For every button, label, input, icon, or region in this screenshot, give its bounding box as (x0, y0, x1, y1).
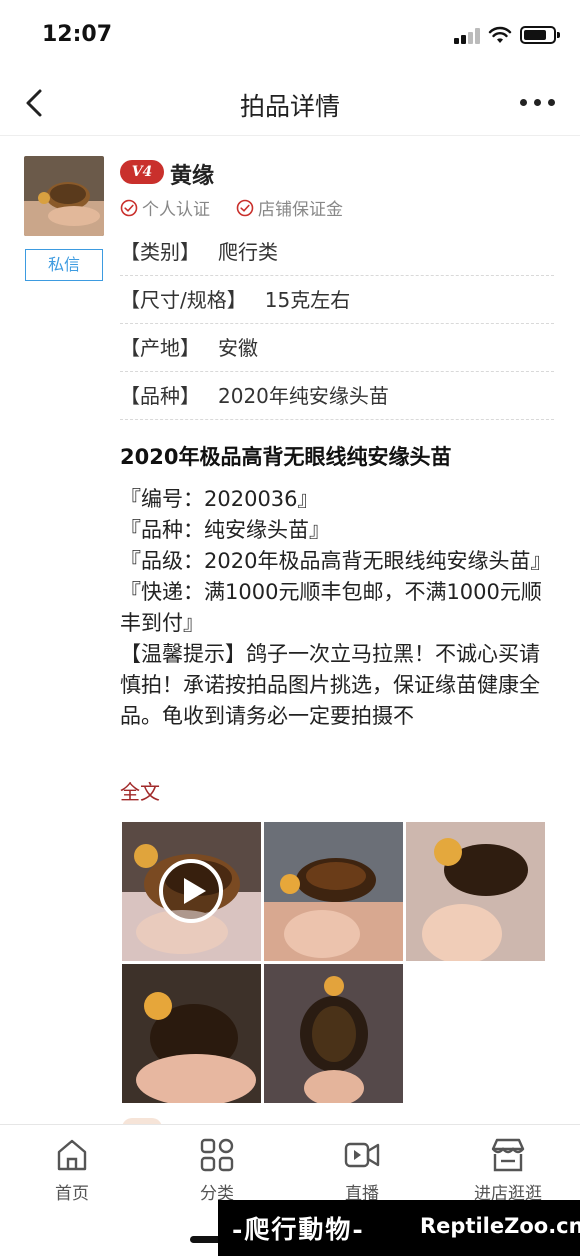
desc-line: 『品种：纯安缘头苗』 (120, 518, 330, 542)
tab-visit-store[interactable]: 进店逛逛 (458, 1137, 558, 1204)
status-time: 12:07 (42, 22, 113, 47)
personal-verified-badge: 个人认证 (120, 195, 210, 220)
desc-line: 『快递：满1000元顺丰包邮，不满1000元顺丰到付』 (120, 580, 542, 635)
item-title: 2020年极品高背无眼线纯安缘头苗 (120, 445, 452, 469)
spec-value: 2020年纯安缘头苗 (218, 384, 389, 408)
photo-1-video[interactable] (122, 822, 261, 961)
spec-row-origin: 【产地】 安徽 (120, 324, 554, 372)
watermark-site: ReptileZoo.cn (420, 1214, 580, 1238)
spec-key: 【产地】 (120, 336, 200, 360)
video-icon (344, 1142, 380, 1168)
spec-value: 15克左右 (264, 288, 351, 312)
private-message-button[interactable]: 私信 (25, 249, 103, 281)
photo-2[interactable] (264, 822, 403, 961)
play-video-icon[interactable] (158, 858, 224, 924)
check-circle-icon (120, 199, 138, 216)
spec-row-category: 【类别】 爬行类 (120, 228, 554, 276)
spec-key: 【尺寸/规格】 (120, 288, 247, 312)
page-title: 拍品详情 (239, 92, 340, 121)
seller-name[interactable]: 黄缘 (170, 158, 214, 190)
spec-key: 【类别】 (120, 240, 200, 264)
spec-key: 【品种】 (120, 384, 200, 408)
home-icon (57, 1139, 87, 1171)
grid-icon (200, 1138, 234, 1172)
spec-row-size: 【尺寸/规格】 15克左右 (120, 276, 554, 324)
tab-label: 首页 (55, 1184, 89, 1204)
spec-value: 爬行类 (218, 240, 278, 264)
cellular-signal-icon (454, 28, 482, 44)
spec-row-breed: 【品种】 2020年纯安缘头苗 (120, 372, 554, 420)
store-icon (491, 1138, 525, 1172)
tab-live[interactable]: 直播 (312, 1137, 412, 1204)
watermark-banner: -爬行動物- ReptileZoo.cn (218, 1200, 580, 1256)
desc-line: 『品级：2020年极品高背无眼线纯安缘头苗』 (120, 549, 552, 573)
check-circle-icon (236, 199, 254, 216)
tab-home[interactable]: 首页 (22, 1137, 122, 1204)
watermark-chinese: -爬行動物- (232, 1215, 365, 1244)
wifi-icon (488, 26, 512, 43)
desc-line: 【温馨提示】鸽子一次立马拉黑！不诚心买请慎拍！承诺按拍品图片挑选，保证缘苗健康全… (120, 642, 540, 728)
more-options-icon[interactable] (518, 96, 558, 110)
photo-5[interactable] (264, 964, 403, 1103)
seller-avatar[interactable] (24, 156, 104, 236)
tab-category[interactable]: 分类 (167, 1137, 267, 1204)
seller-level-badge: V4 (120, 160, 164, 184)
store-deposit-badge: 店铺保证金 (236, 195, 343, 220)
show-full-text-link[interactable]: 全文 (120, 776, 160, 805)
desc-line: 『编号：2020036』 (120, 487, 319, 511)
photo-3[interactable] (406, 822, 545, 961)
status-bar: 12:07 (0, 0, 580, 70)
spec-value: 安徽 (218, 336, 258, 360)
photo-4[interactable] (122, 964, 261, 1103)
navigation-bar: 拍品详情 (0, 70, 580, 136)
battery-icon (520, 26, 560, 44)
item-description: 『编号：2020036』 『品种：纯安缘头苗』 『品级：2020年极品高背无眼线… (120, 484, 560, 732)
